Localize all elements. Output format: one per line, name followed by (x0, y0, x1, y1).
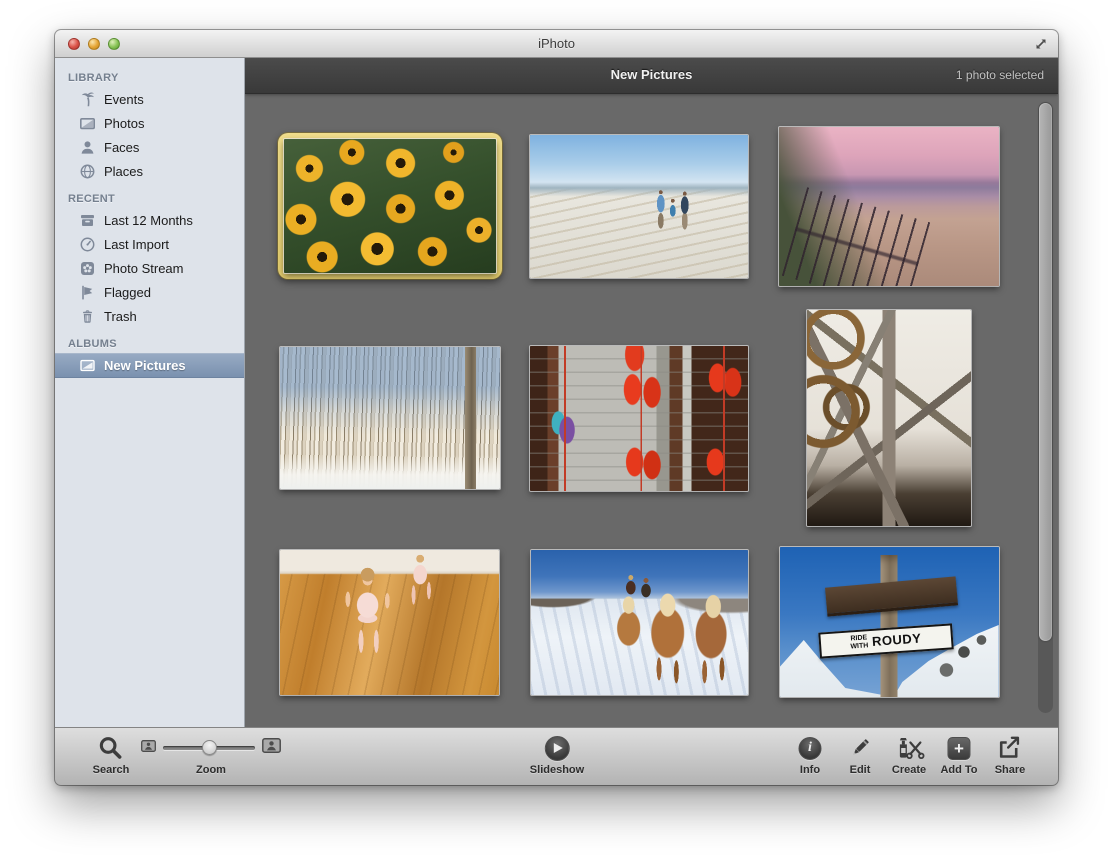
globe-icon (79, 163, 96, 180)
photo-thumbnail-roudy-sign[interactable]: RIDE WITH ROUDY (780, 547, 999, 697)
photo-thumbnail-family-on-beach[interactable] (530, 135, 748, 278)
photo-thumbnail-sunset-beach[interactable] (779, 127, 999, 286)
sidebar-item-label: Events (104, 92, 144, 107)
sidebar-section-recent: RECENT (68, 193, 244, 205)
titlebar: iPhoto (55, 30, 1058, 58)
photo-icon (79, 115, 96, 132)
sign-small-text: RIDE WITH (850, 634, 869, 651)
grid-cell (807, 310, 971, 526)
photo-thumbnail-tower-structure[interactable] (807, 310, 971, 526)
sidebar-item-new-pictures[interactable]: New Pictures (55, 353, 244, 378)
roudy-sign-board: RIDE WITH ROUDY (818, 623, 953, 658)
small-photo-icon (141, 739, 156, 757)
edit-button[interactable]: Edit (847, 735, 873, 776)
window-title: iPhoto (55, 36, 1058, 51)
search-button[interactable]: Search (93, 735, 130, 776)
sidebar-item-flagged[interactable]: Flagged (55, 280, 244, 304)
photo-thumbnail-aspen-trees[interactable] (280, 347, 500, 489)
sidebar-item-last-import[interactable]: Last Import (55, 232, 244, 256)
iphoto-window: iPhoto LIBRARY Events (55, 30, 1058, 785)
sidebar-item-label: Trash (104, 309, 137, 324)
sidebar-item-label: Photo Stream (104, 261, 184, 276)
grid-cell (531, 550, 748, 695)
sign-post (881, 555, 898, 698)
create-button[interactable]: Create (892, 735, 926, 776)
fullscreen-icon[interactable] (1034, 37, 1048, 56)
palm-tree-icon (79, 91, 96, 108)
sidebar-item-places[interactable]: Places (55, 159, 244, 183)
sidebar-section-library: LIBRARY (68, 72, 244, 84)
album-title: New Pictures (245, 67, 1058, 82)
photo-stream-icon (79, 260, 96, 277)
grid-cell (280, 550, 499, 695)
share-button[interactable]: Share (995, 735, 1026, 776)
photo-thumbnail-fish-ornaments[interactable] (530, 346, 748, 491)
share-icon (997, 735, 1023, 761)
sidebar-item-label: Faces (104, 140, 139, 155)
person-icon (79, 139, 96, 156)
sign-big-text: ROUDY (872, 631, 922, 649)
flag-icon (79, 284, 96, 301)
sidebar-item-trash[interactable]: Trash (55, 304, 244, 328)
clock-icon (79, 236, 96, 253)
sidebar-item-label: Last 12 Months (104, 213, 193, 228)
zoom-slider[interactable] (163, 740, 255, 756)
photo-thumbnail-children-dancing[interactable] (280, 550, 499, 695)
upper-sign-board (825, 576, 958, 616)
pencil-icon (847, 735, 873, 761)
grid-cell (280, 347, 500, 489)
photo-thumbnail-horses-snow[interactable] (531, 550, 748, 695)
plus-icon: + (948, 737, 971, 760)
sidebar-item-label: Last Import (104, 237, 169, 252)
large-photo-icon (262, 738, 281, 758)
play-icon (545, 736, 570, 761)
glue-scissors-icon (894, 735, 925, 761)
archive-box-icon (79, 212, 96, 229)
sidebar: LIBRARY Events Photos (55, 58, 245, 727)
sidebar-item-label: Flagged (104, 285, 151, 300)
grid-cell (530, 346, 748, 491)
sidebar-item-photo-stream[interactable]: Photo Stream (55, 256, 244, 280)
sidebar-item-faces[interactable]: Faces (55, 135, 244, 159)
sidebar-item-label: New Pictures (104, 358, 186, 373)
sidebar-item-label: Places (104, 164, 143, 179)
zoom-slider-knob[interactable] (202, 740, 217, 755)
add-to-button[interactable]: + Add To (940, 735, 977, 776)
sidebar-item-label: Photos (104, 116, 144, 131)
scrollbar-thumb[interactable] (1039, 103, 1052, 641)
photo-thumbnail-yellow-flowers[interactable] (284, 139, 496, 273)
grid-cell (278, 133, 502, 279)
bottom-toolbar: Search (55, 727, 1058, 785)
album-icon (79, 357, 96, 374)
info-button[interactable]: i Info (799, 735, 822, 776)
scrollbar-track[interactable] (1038, 102, 1053, 713)
grid-cell (530, 135, 748, 278)
selection-status: 1 photo selected (956, 68, 1044, 82)
photo-browser: New Pictures 1 photo selected (245, 58, 1058, 727)
slideshow-button[interactable]: Slideshow (530, 735, 584, 776)
grid-cell: RIDE WITH ROUDY (780, 547, 999, 697)
photo-grid: RIDE WITH ROUDY (245, 94, 1058, 727)
trash-icon (79, 308, 96, 325)
grid-cell (779, 127, 999, 286)
zoom-control: Zoom (141, 735, 281, 776)
sidebar-item-events[interactable]: Events (55, 87, 244, 111)
sidebar-section-albums: ALBUMS (68, 338, 244, 350)
info-icon: i (799, 737, 822, 760)
selection-frame (278, 133, 502, 279)
content-header: New Pictures 1 photo selected (245, 58, 1058, 94)
sidebar-item-photos[interactable]: Photos (55, 111, 244, 135)
sidebar-item-last-12-months[interactable]: Last 12 Months (55, 208, 244, 232)
search-icon (98, 735, 124, 761)
